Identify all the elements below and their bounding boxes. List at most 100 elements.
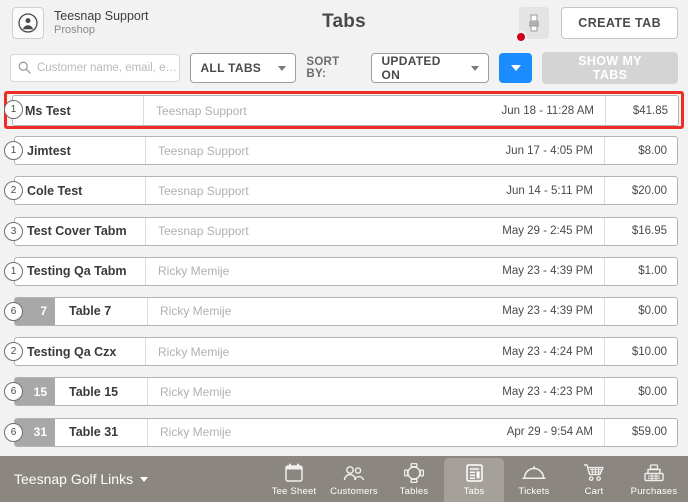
nav-item-cart[interactable]: Cart — [564, 458, 624, 502]
tab-owner: Teesnap Support — [158, 143, 249, 158]
create-tab-button[interactable]: CREATE TAB — [561, 7, 678, 39]
tab-updated-date: Apr 29 - 9:54 AM — [506, 426, 593, 438]
nav-item-tickets[interactable]: Tickets — [504, 458, 564, 502]
tab-amount: $41.85 — [632, 104, 668, 117]
tab-name-column: 15 Table 15 — [15, 378, 147, 406]
tab-owner: Ricky Memije — [160, 384, 232, 399]
tab-row[interactable]: 7 Table 7 Ricky Memije May 23 - 4:39 PM $0.0… — [0, 291, 688, 331]
filter-bar: ALL TABS SORT BY: UPDATED ON SHOW MY TAB… — [0, 46, 688, 90]
tab-row-card[interactable]: 31 Table 31 Ricky Memije Apr 29 - 9:54 AM $5… — [14, 417, 678, 447]
tabs-filter-select[interactable]: ALL TABS — [190, 53, 297, 83]
nav-item-purchases[interactable]: Purchases — [624, 458, 684, 502]
tab-row-card[interactable]: Jimtest Teesnap Support Jun 17 - 4:05 PM $8… — [14, 136, 678, 166]
tab-name-column: Testing Qa Czx — [15, 338, 145, 365]
tab-name: Testing Qa Czx — [27, 344, 117, 359]
tab-owner: Teesnap Support — [156, 103, 247, 118]
tab-item-count-badge: 6 — [4, 301, 23, 321]
tab-item-count-badge: 2 — [4, 342, 23, 362]
tab-row[interactable]: Ms Test Teesnap Support Jun 18 - 11:28 AM $… — [0, 90, 688, 130]
tab-updated-date: Jun 18 - 11:28 AM — [501, 104, 594, 117]
tab-item-count-badge: 1 — [4, 261, 23, 281]
tab-owner: Ricky Memije — [158, 264, 230, 279]
user-role: Proshop — [54, 24, 95, 37]
course-name-label: Teesnap Golf Links — [14, 471, 134, 487]
tab-name: Table 7 — [69, 304, 112, 319]
nav-item-tables[interactable]: Tables — [384, 458, 444, 502]
nav-item-label: Cart — [584, 486, 604, 497]
tab-row-card[interactable]: Test Cover Tabm Teesnap Support May 29 - 2… — [14, 216, 678, 246]
tab-name: Jimtest — [27, 143, 71, 158]
tab-owner: Teesnap Support — [158, 224, 249, 239]
tab-name-column: 31 Table 31 — [15, 418, 147, 446]
show-my-tabs-button[interactable]: SHOW MY TABS — [542, 52, 678, 84]
tab-row-card[interactable]: Ms Test Teesnap Support Jun 18 - 11:28 AM $… — [12, 95, 679, 126]
tab-name: Table 15 — [69, 384, 119, 399]
nav-item-label: Purchases — [630, 486, 678, 497]
tab-row[interactable]: Cole Test Teesnap Support Jun 14 - 5:11 PM… — [0, 170, 688, 210]
tab-owner: Ricky Memije — [160, 304, 232, 319]
user-avatar-icon[interactable] — [12, 7, 44, 39]
tab-row[interactable]: Jimtest Teesnap Support Jun 17 - 4:05 PM $8… — [0, 130, 688, 170]
tab-row[interactable]: 31 Table 31 Ricky Memije Apr 29 - 9:54 AM $5… — [0, 412, 688, 452]
sort-direction-button[interactable] — [499, 53, 533, 83]
tab-updated-date: May 29 - 2:45 PM — [502, 225, 593, 238]
tab-amount: $59.00 — [631, 426, 667, 438]
tab-row[interactable]: Testing Qa Tabm Ricky Memije May 23 - 4:39… — [0, 251, 688, 291]
tab-name-column: Test Cover Tabm — [15, 218, 145, 245]
bottom-navigation: Teesnap Golf Links Tee Sheet Customers Tab… — [0, 456, 688, 502]
caret-down-icon — [140, 476, 149, 482]
chevron-down-icon — [510, 65, 521, 71]
header-actions: CREATE TAB — [515, 7, 678, 43]
tab-row-card[interactable]: Testing Qa Tabm Ricky Memije May 23 - 4:39… — [14, 256, 678, 286]
chevron-down-icon — [278, 65, 287, 71]
tab-row-card[interactable]: 15 Table 15 Ricky Memije May 23 - 4:23 PM $0… — [14, 377, 678, 407]
tab-name-column: Jimtest — [15, 137, 145, 164]
tab-row-card[interactable]: Cole Test Teesnap Support Jun 14 - 5:11 PM… — [14, 176, 678, 206]
nav-item-tabs[interactable]: Tabs — [444, 458, 504, 502]
tabs-filter-value: ALL TABS — [200, 61, 262, 75]
search-icon — [18, 61, 31, 79]
search-input[interactable] — [37, 56, 177, 80]
tab-updated-date: Jun 17 - 4:05 PM — [505, 144, 593, 157]
tab-name-column: Testing Qa Tabm — [15, 258, 145, 285]
register-icon — [643, 463, 665, 483]
tab-updated-date: May 23 - 4:39 PM — [502, 265, 593, 278]
tab-name: Testing Qa Tabm — [27, 264, 127, 279]
app-header: Teesnap Support Proshop Tabs CREATE TAB — [0, 0, 688, 46]
tab-owner: Ricky Memije — [158, 344, 230, 359]
nav-item-tee-sheet[interactable]: Tee Sheet — [264, 458, 324, 502]
nav-item-label: Tickets — [518, 486, 550, 497]
chevron-down-icon — [471, 65, 480, 71]
tab-row[interactable]: 15 Table 15 Ricky Memije May 23 - 4:23 PM $0… — [0, 371, 688, 411]
nav-item-label: Customers — [330, 486, 378, 497]
tab-row-card[interactable]: 7 Table 7 Ricky Memije May 23 - 4:39 PM $0.0… — [14, 296, 678, 326]
tab-row-card[interactable]: Testing Qa Czx Ricky Memije May 23 - 4:24 … — [14, 337, 678, 367]
nav-item-customers[interactable]: Customers — [324, 458, 384, 502]
calendar-icon — [283, 463, 305, 483]
search-field[interactable] — [10, 54, 181, 82]
tab-name: Test Cover Tabm — [27, 224, 127, 239]
sort-by-select[interactable]: UPDATED ON — [371, 53, 490, 83]
tab-item-count-badge: 6 — [4, 422, 23, 442]
table-icon — [404, 463, 424, 483]
tab-amount: $0.00 — [638, 385, 667, 398]
sort-by-value: UPDATED ON — [381, 54, 441, 82]
tabs-list[interactable]: Ms Test Teesnap Support Jun 18 - 11:28 AM $… — [0, 90, 688, 456]
tab-updated-date: May 23 - 4:23 PM — [502, 385, 593, 398]
tab-row[interactable]: Test Cover Tabm Teesnap Support May 29 - 2… — [0, 211, 688, 251]
tab-item-count-badge: 3 — [4, 221, 23, 241]
user-block[interactable]: Teesnap Support Proshop — [0, 7, 149, 39]
user-text: Teesnap Support Proshop — [54, 9, 149, 37]
tab-owner: Teesnap Support — [158, 183, 249, 198]
printer-icon[interactable] — [515, 7, 550, 43]
course-selector[interactable]: Teesnap Golf Links — [0, 471, 149, 487]
tab-row[interactable]: Testing Qa Czx Ricky Memije May 23 - 4:24 … — [0, 331, 688, 371]
user-name: Teesnap Support — [54, 8, 149, 23]
tab-updated-date: Jun 14 - 5:11 PM — [506, 184, 593, 197]
tab-updated-date: May 23 - 4:39 PM — [502, 305, 593, 318]
tab-name: Cole Test — [27, 183, 83, 198]
tab-name-column: 7 Table 7 — [15, 297, 147, 325]
tab-name-column: Ms Test — [13, 96, 143, 125]
nav-item-label: Tee Sheet — [271, 486, 317, 497]
nav-item-label: Tables — [399, 486, 429, 497]
